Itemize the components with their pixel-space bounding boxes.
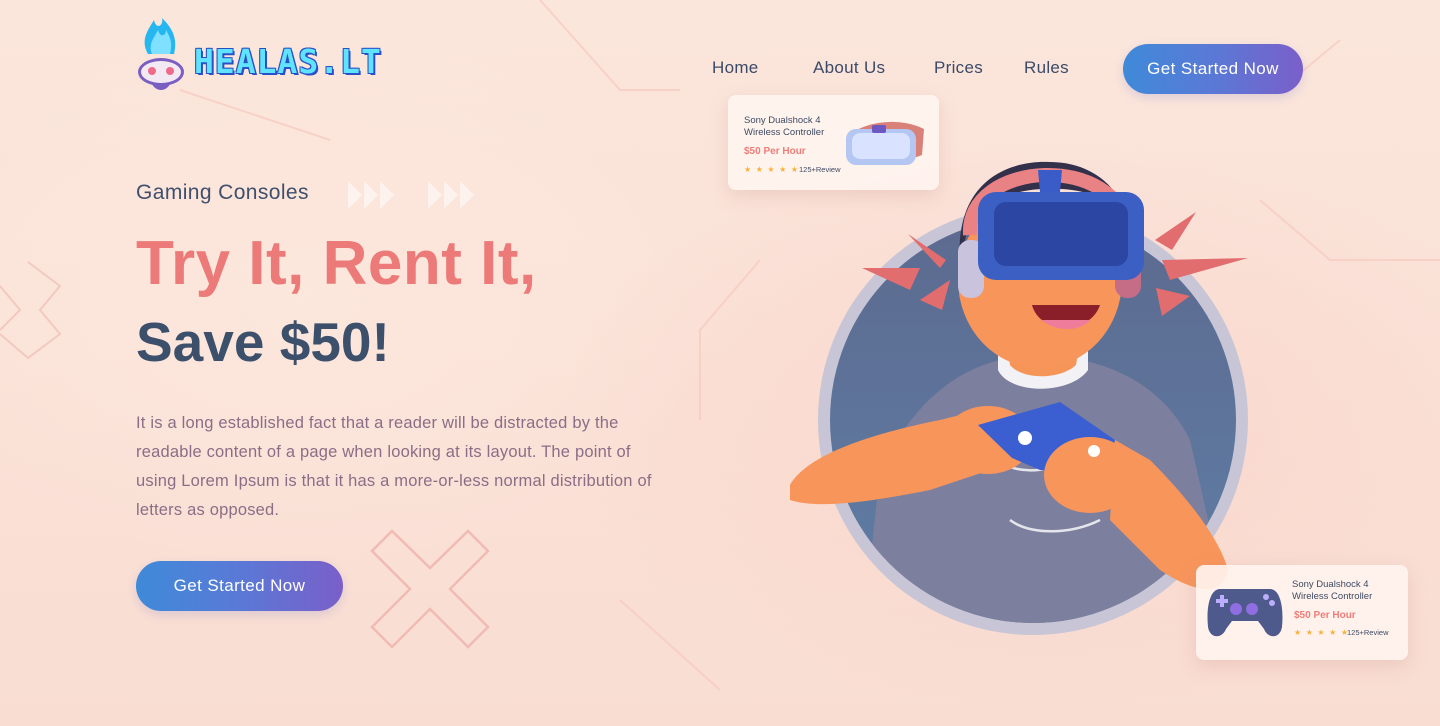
product-card-gamepad[interactable]: Sony Dualshock 4 Wireless Controller $50… xyxy=(1196,565,1408,660)
nav-rules[interactable]: Rules xyxy=(1024,58,1069,78)
nav-about-us[interactable]: About Us xyxy=(813,58,885,78)
product-card-rating: ★ ★ ★ ★ ★ xyxy=(1294,628,1350,637)
product-card-price: $50 Per Hour xyxy=(744,146,806,157)
product-card-title: Sony Dualshock 4 Wireless Controller xyxy=(744,115,825,138)
gamepad-icon xyxy=(1207,589,1283,637)
vr-gamer-illustration xyxy=(790,161,1248,635)
vr-headset-icon xyxy=(846,121,924,165)
nav-home[interactable]: Home xyxy=(712,58,759,78)
hero-headline-line2: Save $50! xyxy=(136,311,390,373)
hero-eyebrow: Gaming Consoles xyxy=(136,181,309,204)
header-get-started-button[interactable]: Get Started Now xyxy=(1123,44,1303,94)
product-card-reviews: 125+Review xyxy=(1347,628,1389,637)
hero-headline-line1: Try It, Rent It, xyxy=(136,229,537,298)
brand-logo[interactable]: HEALAS.LT xyxy=(134,18,382,98)
hero-description: It is a long established fact that a rea… xyxy=(136,414,652,519)
product-card-title: Sony Dualshock 4 Wireless Controller xyxy=(1292,579,1373,602)
hero-get-started-button[interactable]: Get Started Now xyxy=(136,561,343,611)
product-card-rating: ★ ★ ★ ★ ★ xyxy=(744,165,800,174)
nav-prices[interactable]: Prices xyxy=(934,58,983,78)
product-card-price: $50 Per Hour xyxy=(1294,610,1356,621)
product-card-vr[interactable]: Sony Dualshock 4 Wireless Controller $50… xyxy=(728,95,939,190)
brand-logo-text: HEALAS.LT xyxy=(194,41,382,81)
gamer-mascot-icon xyxy=(138,18,184,90)
product-card-reviews: 125+Review xyxy=(799,165,841,174)
